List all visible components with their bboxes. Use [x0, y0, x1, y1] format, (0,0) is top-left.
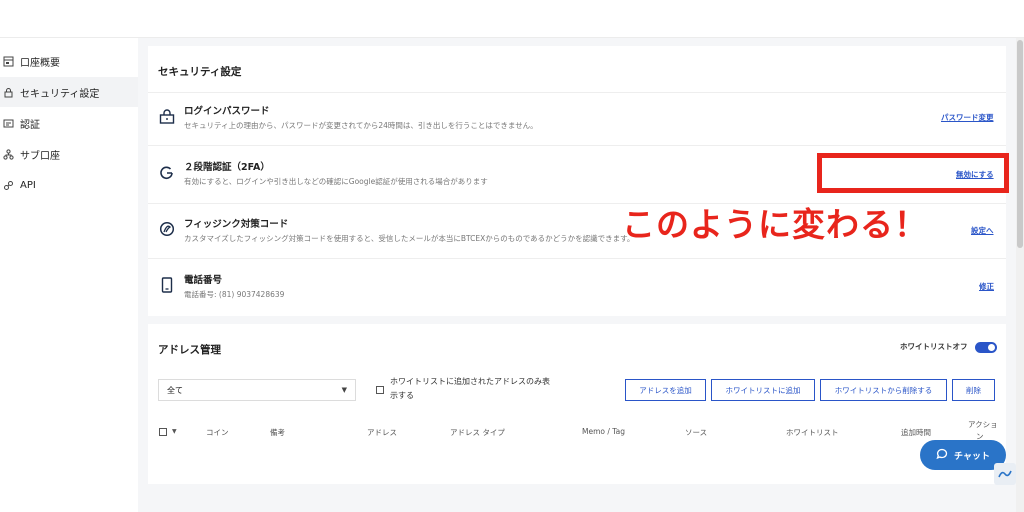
divider: [148, 258, 1006, 259]
select-all-checkbox[interactable]: [159, 428, 167, 436]
caret-down-icon[interactable]: ▼: [172, 428, 177, 435]
divider: [148, 145, 1006, 146]
login-password-title: ログインパスワード: [184, 106, 270, 117]
phone-title: 電話番号: [184, 275, 223, 286]
lock-icon: [159, 109, 175, 125]
sidebar-item-label: API: [20, 179, 36, 191]
sidebar-item-verification[interactable]: 認証: [0, 108, 138, 138]
coin-filter-select[interactable]: 全て ▼: [158, 379, 356, 401]
google-icon: [159, 165, 175, 181]
sidebar-item-label: 認証: [20, 119, 40, 131]
scrollbar-thumb[interactable]: [1017, 40, 1023, 248]
two-factor-title: ２段階認証（2FA）: [184, 162, 270, 173]
anti-phishing-title: フィッジンク対策コード: [184, 219, 289, 230]
sidebar-item-security[interactable]: セキュリティ設定: [0, 77, 138, 107]
column-header-memo-tag: Memo / Tag: [582, 427, 625, 436]
column-header-whitelist: ホワイトリスト: [786, 428, 839, 437]
remove-from-whitelist-button[interactable]: ホワイトリストから削除する: [820, 379, 947, 401]
column-header-note: 備考: [270, 428, 285, 437]
anti-phishing-desc: カスタマイズしたフィッシング対策コードを使用すると、受信したメールが本当にBTC…: [184, 234, 635, 243]
column-header-address-type: アドレス タイプ: [450, 428, 505, 437]
anti-phishing-icon: [159, 221, 175, 237]
account-overview-icon: [2, 55, 14, 67]
add-address-button[interactable]: アドレスを追加: [625, 379, 706, 401]
add-to-whitelist-button[interactable]: ホワイトリストに追加: [711, 379, 815, 401]
login-password-desc: セキュリティ上の理由から、パスワードが変更されてから24時間は、引き出しを行うこ…: [184, 121, 538, 130]
sidebar: 口座概要 セキュリティ設定 認証 サブ口座 API: [0, 38, 138, 512]
sidebar-item-label: 口座概要: [20, 57, 60, 69]
sidebar-item-label: セキュリティ設定: [20, 88, 100, 100]
column-header-added-time: 追加時間: [901, 428, 931, 437]
highlight-box: [817, 153, 1009, 193]
column-header-address: アドレス: [367, 428, 397, 437]
floating-logo-icon[interactable]: [994, 463, 1016, 485]
column-header-coin: コイン: [206, 428, 229, 437]
change-password-link[interactable]: パスワード変更: [941, 112, 994, 123]
address-management-title: アドレス管理: [158, 344, 221, 356]
two-factor-desc: 有効にすると、ログインや引き出しなどの確認にGoogle認証が使用される場合があ…: [184, 177, 488, 186]
sidebar-item-account-overview[interactable]: 口座概要: [0, 46, 138, 76]
phone-icon: [159, 277, 175, 293]
whitelist-toggle[interactable]: [975, 342, 997, 353]
phone-desc: 電話番号: (81) 9037428639: [184, 290, 285, 299]
sidebar-item-api[interactable]: API: [0, 170, 138, 200]
id-card-icon: [2, 117, 14, 129]
top-bar: [0, 0, 1024, 38]
chat-bubble-icon: [936, 448, 948, 463]
whitelist-toggle-label: ホワイトリストオフ: [900, 342, 968, 351]
divider: [148, 92, 1006, 93]
coin-filter-value: 全て: [167, 385, 183, 395]
annotation-text: このように変わる！: [622, 205, 928, 244]
page-title: セキュリティ設定: [158, 66, 242, 78]
address-management-card: アドレス管理: [148, 324, 1006, 484]
whitelist-only-label-1: ホワイトリストに追加されたアドレスのみ表: [390, 377, 550, 386]
chat-label: チャット: [954, 451, 990, 462]
sidebar-item-label: サブ口座: [20, 150, 60, 162]
column-header-action-1: アクショ: [968, 420, 998, 429]
whitelist-only-checkbox[interactable]: [376, 386, 384, 394]
column-header-source: ソース: [685, 428, 708, 437]
sidebar-item-sub-account[interactable]: サブ口座: [0, 139, 138, 169]
edit-phone-link[interactable]: 修正: [979, 281, 994, 292]
api-icon: [2, 179, 14, 191]
anti-phishing-settings-link[interactable]: 設定へ: [971, 225, 994, 236]
whitelist-only-label-2: 示する: [390, 391, 414, 400]
sub-account-icon: [2, 148, 14, 160]
lock-icon: [2, 86, 14, 98]
delete-button[interactable]: 削除: [952, 379, 995, 401]
caret-down-icon: ▼: [341, 386, 347, 394]
